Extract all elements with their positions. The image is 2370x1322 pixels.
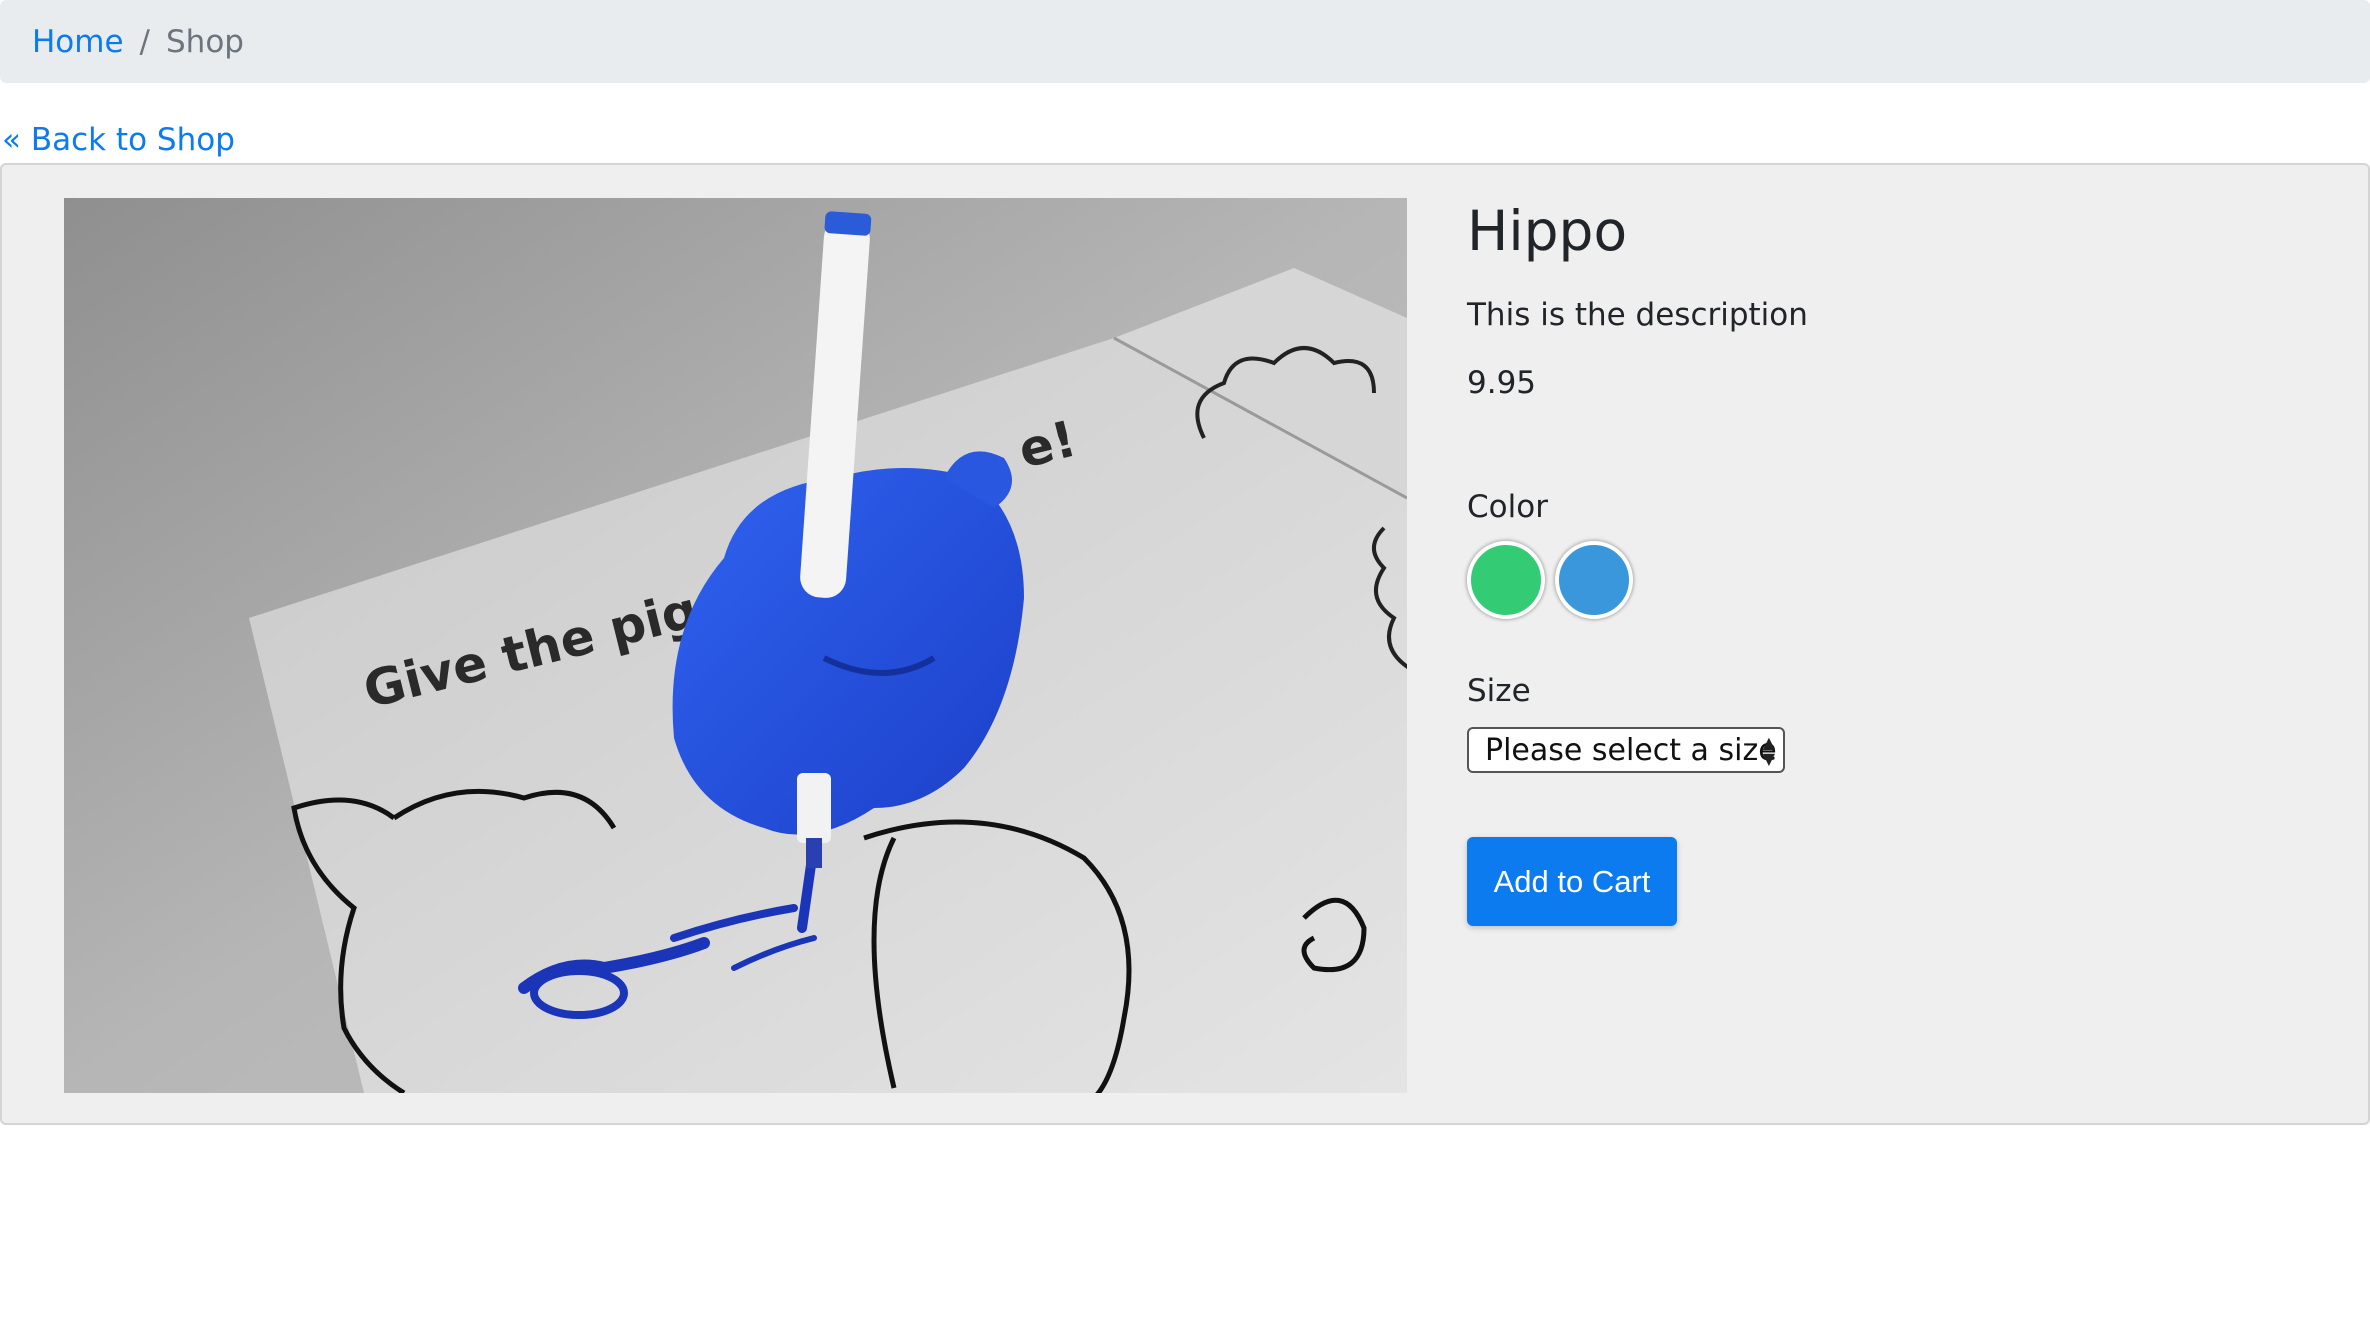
- color-swatches: [1467, 541, 1808, 619]
- size-select-value: Please select a size: [1485, 732, 1777, 768]
- product-card: Give the pigg e! Hippo This is the descr…: [0, 163, 2370, 1125]
- select-arrows-icon: ▲ ▼: [1762, 733, 1775, 768]
- product-image: Give the pigg e!: [64, 198, 1407, 1093]
- back-to-shop-link[interactable]: « Back to Shop: [2, 118, 235, 162]
- product-price: 9.95: [1467, 365, 1537, 401]
- breadcrumb: Home / Shop: [0, 0, 2370, 83]
- color-swatch-blue[interactable]: [1555, 541, 1633, 619]
- breadcrumb-home-link[interactable]: Home: [32, 24, 124, 60]
- breadcrumb-current-shop: Shop: [166, 23, 244, 60]
- breadcrumb-separator: /: [139, 23, 150, 60]
- size-label: Size: [1467, 673, 1531, 709]
- product-photo: Give the pigg e!: [64, 198, 1407, 1093]
- add-to-cart-button[interactable]: Add to Cart: [1467, 837, 1677, 926]
- product-title: Hippo: [1467, 199, 1628, 263]
- color-swatch-green[interactable]: [1467, 541, 1545, 619]
- product-details: Hippo This is the description 9.95 Color…: [1467, 195, 1808, 926]
- size-select[interactable]: Please select a size ▲ ▼: [1467, 727, 1785, 773]
- color-label: Color: [1467, 489, 1548, 525]
- product-description: This is the description: [1467, 297, 1808, 333]
